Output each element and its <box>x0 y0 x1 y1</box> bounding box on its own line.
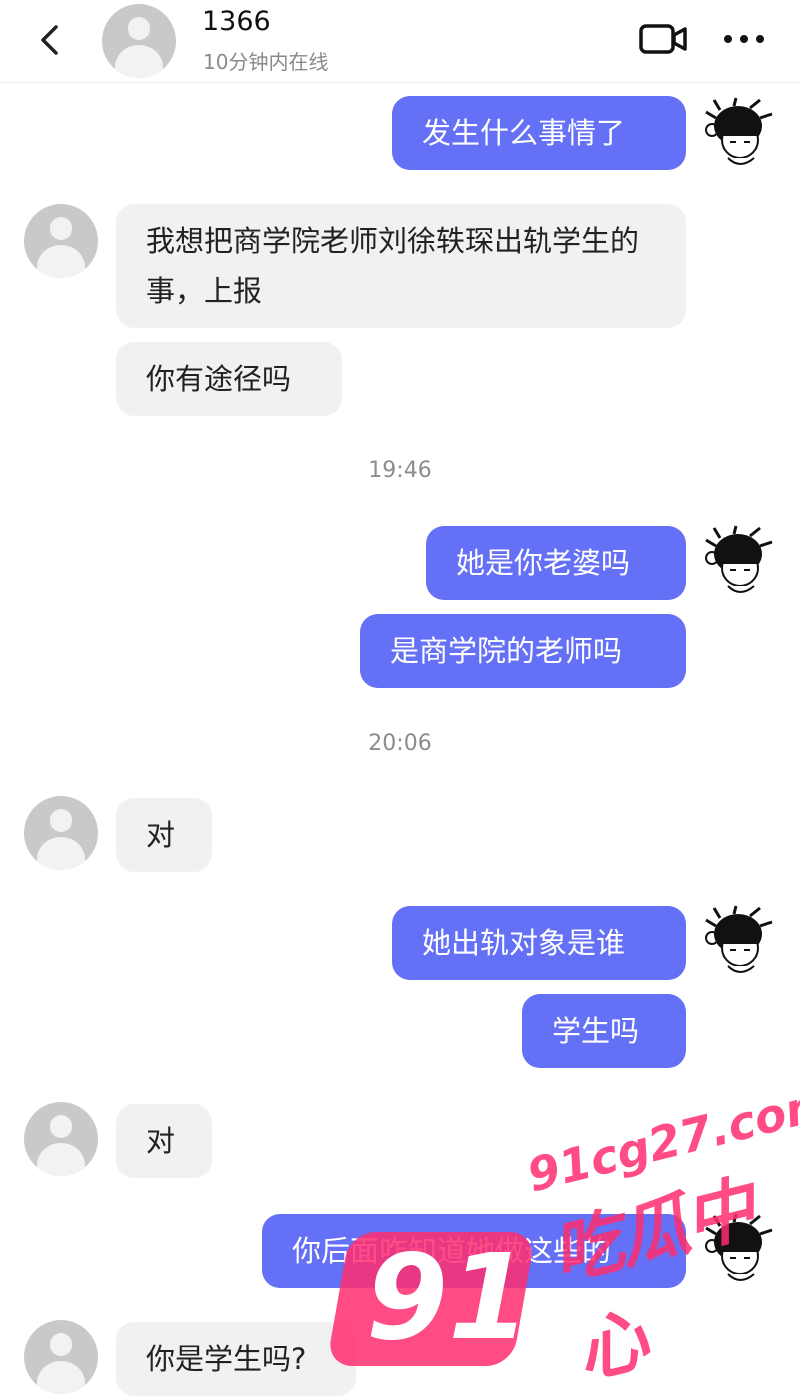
message-bubble-incoming[interactable]: 我想把商学院老师刘徐轶琛出轨学生的事，上报 <box>116 204 686 328</box>
message-bubble-outgoing[interactable]: 她出轨对象是谁 <box>392 906 686 980</box>
video-call-icon[interactable] <box>638 22 688 56</box>
chat-header: 1366 10分钟内在线 <box>0 0 800 83</box>
timestamp: 20:06 <box>368 731 432 756</box>
message-bubble-outgoing[interactable]: 她是你老婆吗 <box>426 526 686 600</box>
message-bubble-outgoing[interactable]: 发生什么事情了 <box>392 96 686 170</box>
back-arrow-icon[interactable] <box>34 22 66 58</box>
contact-status: 10分钟内在线 <box>203 50 329 74</box>
message-bubble-outgoing[interactable]: 你后面咋知道她做这些的 <box>262 1214 686 1288</box>
contact-avatar[interactable] <box>24 204 98 278</box>
self-avatar[interactable] <box>700 1212 776 1288</box>
contact-avatar[interactable] <box>102 4 176 78</box>
more-options-icon[interactable] <box>722 28 766 50</box>
self-avatar[interactable] <box>700 524 776 600</box>
timestamp: 19:46 <box>368 458 432 483</box>
contact-name: 1366 <box>202 6 271 37</box>
self-avatar[interactable] <box>700 96 776 172</box>
message-bubble-outgoing[interactable]: 学生吗 <box>522 994 686 1068</box>
watermark-url: 91cg27.com <box>522 1074 800 1203</box>
message-bubble-outgoing[interactable]: 是商学院的老师吗 <box>360 614 686 688</box>
self-avatar[interactable] <box>700 904 776 980</box>
contact-avatar[interactable] <box>24 1320 98 1394</box>
message-bubble-incoming[interactable]: 对 <box>116 1104 212 1178</box>
contact-avatar[interactable] <box>24 1102 98 1176</box>
contact-avatar[interactable] <box>24 796 98 870</box>
message-bubble-incoming[interactable]: 对 <box>116 798 212 872</box>
message-bubble-incoming[interactable]: 你是学生吗? <box>116 1322 356 1396</box>
message-bubble-incoming[interactable]: 你有途径吗 <box>116 342 342 416</box>
